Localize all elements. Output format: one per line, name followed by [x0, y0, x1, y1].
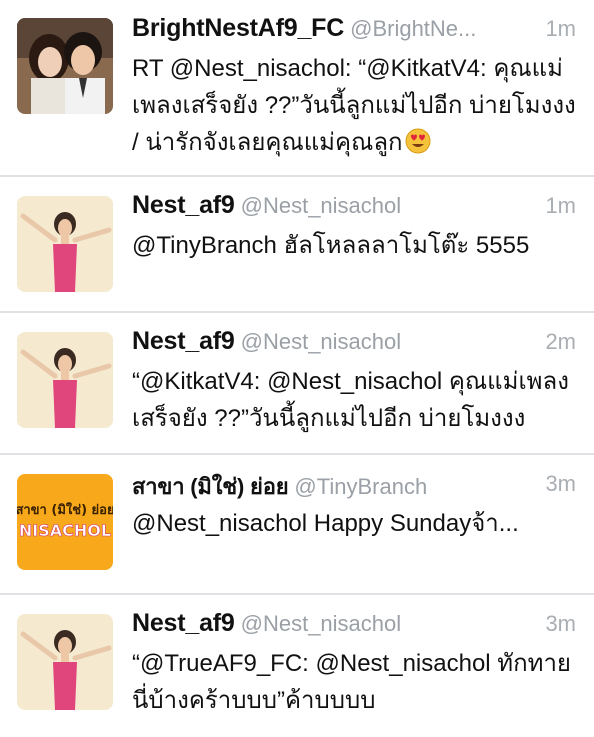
avatar-nest-af9[interactable] — [17, 332, 113, 428]
tweet-text: RT @Nest_nisachol: “@KitkatV4: คุณแม่เพล… — [132, 50, 578, 161]
avatar-nest-af9[interactable] — [17, 614, 113, 710]
tweet-text: @TinyBranch ฮัลโหลลลาโมโต๊ะ 5555 — [132, 232, 530, 259]
svg-text:NISACHOL: NISACHOL — [19, 521, 111, 540]
tweet-header: สาขา (มิใช่) ย่อย @TinyBranch — [132, 469, 576, 501]
avatar-brightnest[interactable] — [17, 18, 113, 114]
display-name[interactable]: BrightNestAf9_FC — [132, 14, 344, 42]
display-name[interactable]: สาขา (มิใช่) ย่อย — [132, 474, 289, 499]
tweet-header: Nest_af9 @Nest_nisachol — [132, 327, 576, 359]
avatar-photo-couple — [17, 18, 113, 114]
tweet-item[interactable]: Nest_af9 @Nest_nisachol 2m “@KitkatV4: @N… — [0, 313, 594, 455]
user-handle[interactable]: @Nest_nisachol — [241, 611, 402, 636]
heart-eyes-emoji-icon — [405, 128, 431, 154]
tweet-header: BrightNestAf9_FC @BrightNe... — [132, 14, 576, 46]
avatar-nest-af9[interactable] — [17, 196, 113, 292]
tweet-time: 2m — [545, 329, 576, 354]
tweet-header: Nest_af9 @Nest_nisachol — [132, 191, 576, 223]
svg-text:สาขา (มิใช่) ย่อย: สาขา (มิใช่) ย่อย — [17, 501, 113, 518]
tweet-time: 1m — [545, 16, 576, 41]
tweet-time: 3m — [545, 611, 576, 636]
tweet-time: 1m — [545, 193, 576, 218]
tweet-time: 3m — [545, 471, 576, 496]
avatar-photo-pink-dress — [17, 332, 113, 428]
display-name[interactable]: Nest_af9 — [132, 191, 235, 219]
display-name[interactable]: Nest_af9 — [132, 327, 235, 355]
tweet-text: “@KitkatV4: @Nest_nisachol คุณแม่เพลงเสร… — [132, 368, 569, 432]
tweet-text-content: RT @Nest_nisachol: “@KitkatV4: คุณแม่เพล… — [132, 55, 576, 156]
tweet-item[interactable]: Nest_af9 @Nest_nisachol 3m “@TrueAF9_FC: … — [0, 595, 594, 737]
tweet-item[interactable]: สาขา (มิใช่) ย่อย NISACHOL สาขา (มิใช่) … — [0, 455, 594, 595]
tweet-header: Nest_af9 @Nest_nisachol — [132, 609, 576, 641]
user-handle[interactable]: @Nest_nisachol — [241, 193, 402, 218]
avatar-tinybranch[interactable]: สาขา (มิใช่) ย่อย NISACHOL — [17, 474, 113, 570]
avatar-branch-logo: สาขา (มิใช่) ย่อย NISACHOL — [17, 474, 113, 570]
avatar-photo-pink-dress — [17, 614, 113, 710]
tweet-text: @Nest_nisachol Happy Sundayจ้า... — [132, 510, 519, 537]
user-handle[interactable]: @TinyBranch — [294, 474, 427, 499]
timeline: BrightNestAf9_FC @BrightNe... 1m RT @Nest… — [0, 0, 594, 737]
tweet-item[interactable]: Nest_af9 @Nest_nisachol 1m @TinyBranch ฮั… — [0, 177, 594, 313]
user-handle[interactable]: @Nest_nisachol — [241, 329, 402, 354]
user-handle[interactable]: @BrightNe... — [350, 16, 476, 41]
display-name[interactable]: Nest_af9 — [132, 609, 235, 637]
tweet-item[interactable]: BrightNestAf9_FC @BrightNe... 1m RT @Nest… — [0, 0, 594, 177]
tweet-text: “@TrueAF9_FC: @Nest_nisachol ทักทายนี่บ้… — [132, 650, 571, 714]
avatar-photo-pink-dress — [17, 196, 113, 292]
